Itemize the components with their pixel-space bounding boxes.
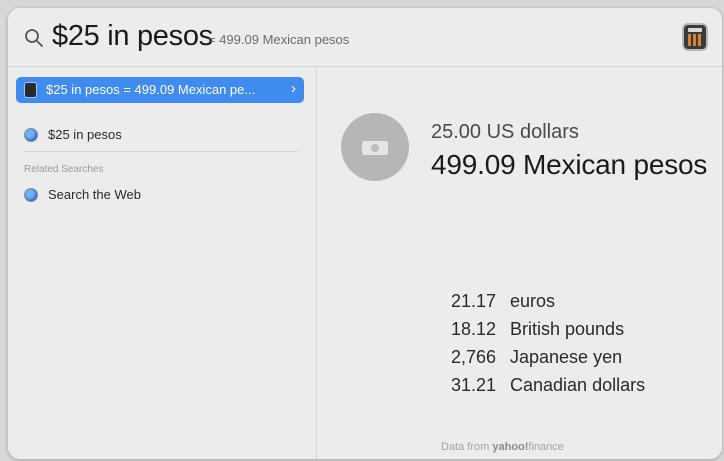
inline-result: = 499.09 Mexican pesos: [208, 32, 350, 47]
conversion-row: 21.17 euros: [403, 289, 703, 317]
result-item-label: Search the Web: [48, 187, 141, 202]
conversion-value: 21.17: [450, 291, 496, 311]
conversion-row: 2,766 Japanese yen: [403, 345, 703, 373]
conversion-currency: British pounds: [510, 319, 625, 339]
preview-pane: 25.00 US dollars 499.09 Mexican pesos 21…: [317, 67, 722, 459]
conversion-currency: Japanese yen: [510, 347, 623, 367]
calculator-icon: [684, 25, 706, 49]
search-bar[interactable]: $25 in pesos = 499.09 Mexican pesos: [8, 8, 722, 67]
result-item-label: $25 in pesos: [48, 127, 122, 142]
footer-suffix: finance: [528, 441, 564, 453]
result-item-label: $25 in pesos = 499.09 Mexican pe...: [46, 82, 256, 97]
safari-icon: [24, 128, 38, 142]
yahoo-logo: yahoo!: [492, 441, 529, 453]
conversion-currency: Canadian dollars: [510, 375, 646, 395]
section-header-related: Related Searches: [24, 164, 104, 175]
safari-icon: [24, 188, 38, 202]
conversion-value: 2,766: [450, 347, 496, 367]
chevron-right-icon: ›: [291, 80, 296, 97]
calculator-icon: [25, 83, 36, 97]
spotlight-window: $25 in pesos = 499.09 Mexican pesos $25 …: [8, 8, 722, 459]
result-item-conversion[interactable]: $25 in pesos = 499.09 Mexican pe... ›: [16, 77, 304, 103]
from-amount: 25.00 US dollars: [431, 121, 579, 143]
to-amount: 499.09 Mexican pesos: [431, 149, 708, 180]
data-source-credit[interactable]: Data from yahoo!finance: [441, 441, 564, 453]
conversion-currency: euros: [510, 291, 556, 311]
divider: [24, 151, 298, 152]
currency-icon: [341, 113, 409, 181]
conversion-row: 18.12 British pounds: [403, 317, 703, 345]
results-sidebar: $25 in pesos = 499.09 Mexican pe... › $2…: [8, 67, 317, 459]
footer-prefix: Data from: [441, 441, 493, 453]
search-icon: [25, 29, 43, 47]
conversion-row: 31.21 Canadian dollars: [403, 373, 703, 401]
conversion-value: 31.21: [450, 375, 496, 395]
search-input[interactable]: $25 in pesos: [52, 20, 213, 53]
conversion-table: 21.17 euros 18.12 British pounds 2,766 J…: [403, 289, 703, 401]
conversion-value: 18.12: [450, 319, 496, 339]
